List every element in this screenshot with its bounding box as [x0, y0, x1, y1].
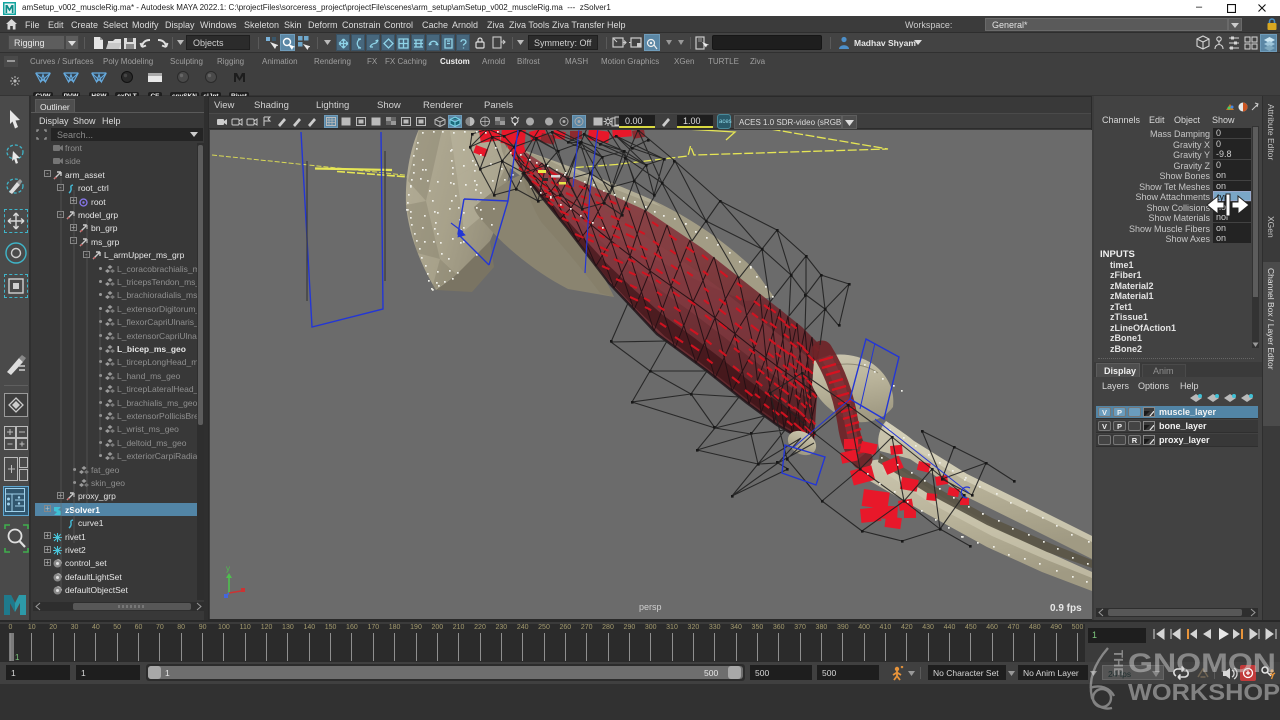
- svg-text:THE: THE: [1111, 650, 1126, 676]
- svg-text:WORKSHOP: WORKSHOP: [1128, 679, 1280, 705]
- svg-text:y: y: [226, 564, 230, 573]
- svg-text:0.9 fps: 0.9 fps: [1050, 603, 1082, 614]
- svg-text:persp: persp: [639, 602, 662, 612]
- svg-text:GNOMON: GNOMON: [1128, 648, 1276, 678]
